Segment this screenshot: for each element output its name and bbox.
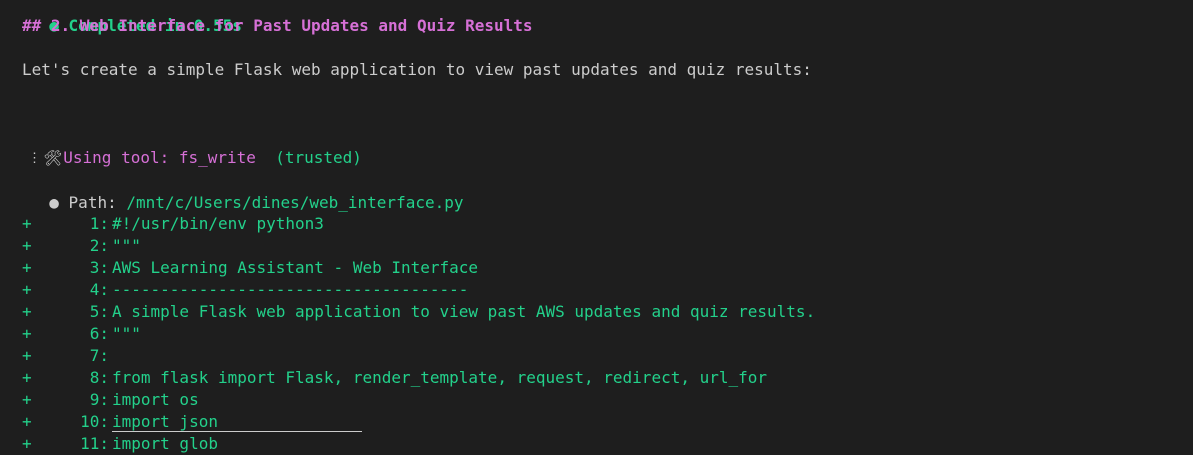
tool-trusted: (trusted) [275,148,362,167]
line-number: 11: [80,434,109,453]
tool-prefix: Using tool: [63,148,179,167]
diff-line: +8: from flask import Flask, render_templ… [0,367,1193,389]
line-number: 2: [89,236,109,255]
diff-line: +6: """ [0,323,1193,345]
code-text: """ [112,324,141,343]
diff-line: +2: """ [0,235,1193,257]
path-line: ● Path: /mnt/c/Users/dines/web_interface… [30,170,463,212]
diff-line: +3: AWS Learning Assistant - Web Interfac… [0,257,1193,279]
vertical-ellipsis-icon: ⋮ [28,151,41,166]
code-text: ------------------------------------- [112,280,469,299]
section-heading: ## 2. Web Interface for Past Updates and… [22,16,533,35]
path-bullet: ● [49,193,59,212]
line-number: 10: [80,412,109,431]
diff-line: +1: #!/usr/bin/env python3 [0,213,1193,235]
intro-text: Let's create a simple Flask web applicat… [22,60,812,79]
code-text: #!/usr/bin/env python3 [112,214,324,233]
diff-line: +7: [0,345,1193,367]
line-number: 1: [89,214,109,233]
diff-line: +10: import json [0,411,1193,433]
path-label: Path: [68,193,127,212]
tool-line: 🛠Using tool: fs_write (trusted) [24,125,362,167]
code-text: """ [112,236,141,255]
line-number: 3: [89,258,109,277]
code-text: import json [112,411,362,432]
line-number: 8: [89,368,109,387]
diff-line: +11: import glob [0,433,1193,455]
code-text: AWS Learning Assistant - Web Interface [112,258,479,277]
line-number: 4: [89,280,109,299]
hammer-wrench-icon: 🛠 [43,149,63,167]
line-number: 9: [89,390,109,409]
path-value: /mnt/c/Users/dines/web_interface.py [126,193,464,212]
line-number: 7: [89,346,109,365]
diff-line: +5: A simple Flask web application to vie… [0,301,1193,323]
status-line: ● Completed in 0.55s [30,0,242,35]
code-text: A simple Flask web application to view p… [112,302,816,321]
tool-name: fs_write [178,148,256,167]
code-text: from flask import Flask, render_template… [112,368,768,387]
diff-line: +9: import os [0,389,1193,411]
diff-line: +4: ------------------------------------- [0,279,1193,301]
line-number: 5: [89,302,109,321]
code-text: import glob [112,434,218,453]
code-text: import os [112,390,199,409]
line-number: 6: [89,324,109,343]
